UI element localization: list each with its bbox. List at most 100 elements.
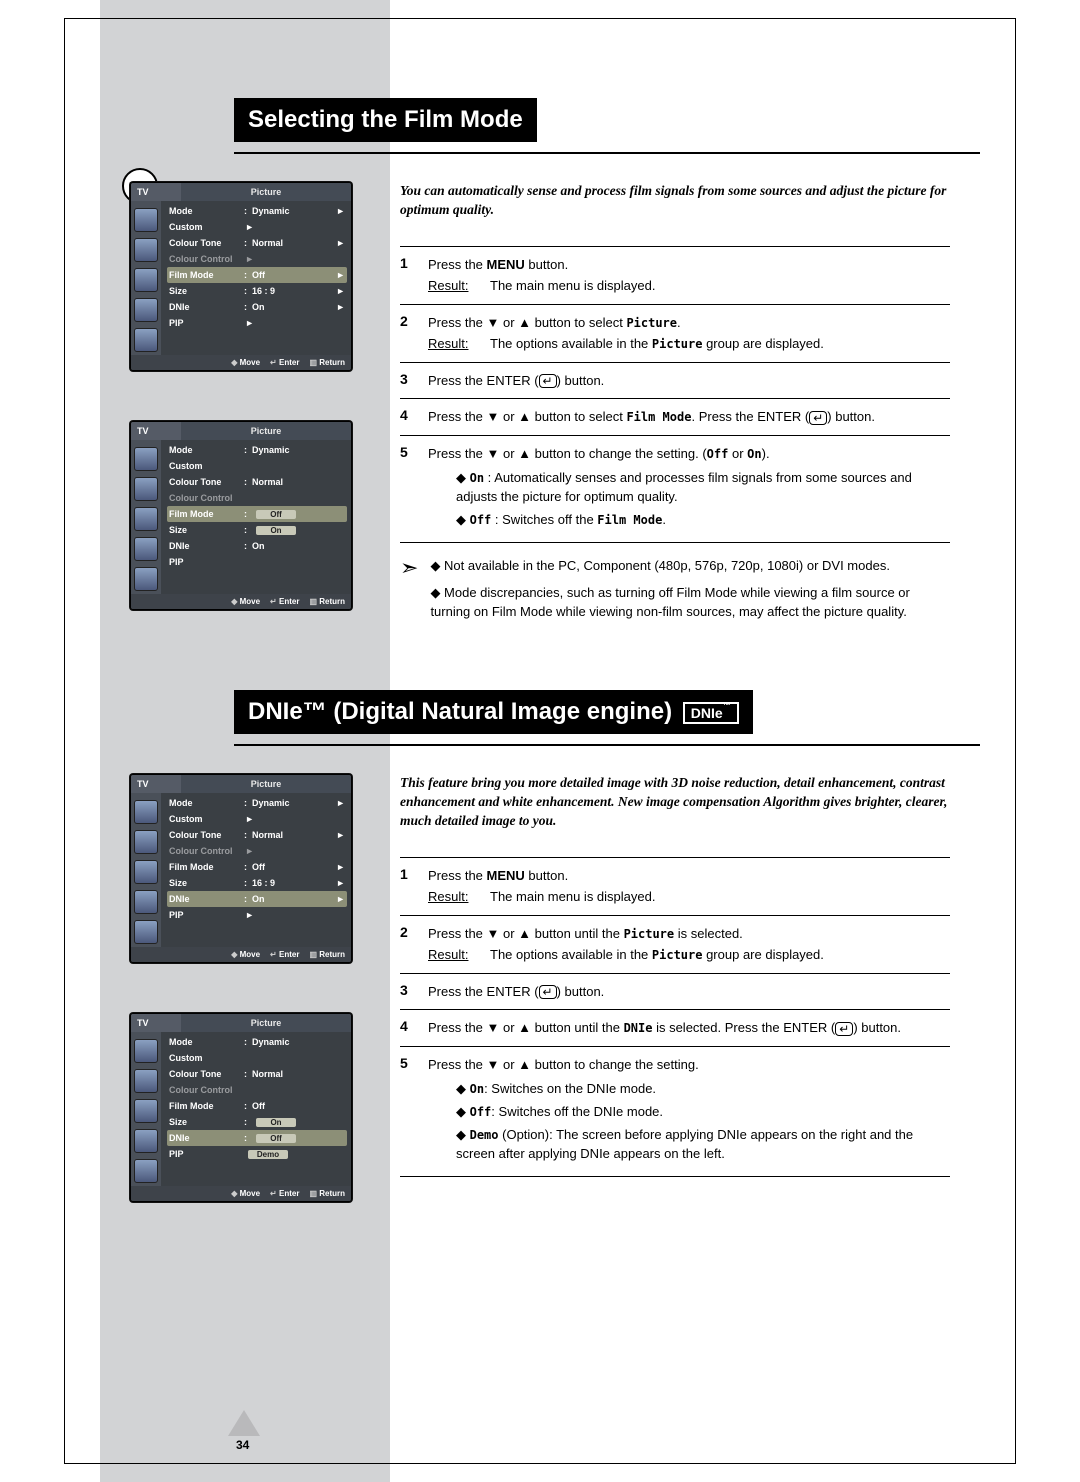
section2-intro: This feature bring you more detailed ima… — [400, 774, 950, 831]
osd-val-film: Off — [252, 270, 335, 280]
step-row: 2 Press the ▼ or ▲ button until the Pict… — [400, 924, 950, 965]
divider — [400, 973, 950, 974]
title-rule — [234, 744, 980, 746]
osd-label-size: Size — [169, 878, 244, 888]
osd-label-ctone: Colour Tone — [169, 1069, 244, 1079]
step-body: Press the ▼ or ▲ button to select Pictur… — [428, 313, 950, 354]
osd-label-film: Film Mode — [169, 270, 244, 280]
osd-title: Picture — [181, 183, 351, 201]
osd-icon — [134, 238, 158, 262]
step-num: 3 — [400, 982, 416, 1002]
osd-label-custom: Custom — [169, 1053, 244, 1063]
divider — [400, 1176, 950, 1177]
result-text: The options available in the Picture gro… — [490, 334, 824, 354]
osd-icon — [134, 890, 158, 914]
osd-label-dnie: DNIe — [169, 541, 244, 551]
section1-right: You can automatically sense and process … — [400, 182, 980, 660]
osd-tv-label: TV — [131, 422, 181, 440]
list-item: Not available in the PC, Component (480p… — [430, 557, 950, 576]
divider — [400, 435, 950, 436]
osd-label-custom: Custom — [169, 814, 244, 824]
section1-columns: TVPicture Mode:Dynamic► Custom► Colour T… — [130, 182, 980, 660]
osd-val-mode: Dynamic — [252, 445, 345, 455]
osd-label-ccontrol: Colour Control — [169, 846, 244, 856]
osd-label-mode: Mode — [169, 798, 244, 808]
osd-label-film: Film Mode — [169, 1101, 244, 1111]
enter-icon: ↵ — [539, 985, 557, 999]
osd-footer: ◆ Move↵ Enter▥ Return — [131, 355, 351, 370]
osd-label-custom: Custom — [169, 222, 244, 232]
step-num: 1 — [400, 866, 416, 907]
divider — [400, 915, 950, 916]
step-num: 4 — [400, 1018, 416, 1038]
osd-icon — [134, 920, 158, 944]
osd-title: Picture — [181, 422, 351, 440]
osd-icon-column — [131, 793, 161, 947]
title-rule — [234, 152, 980, 154]
osd-panel-3: TVPicture Mode:Dynamic► Custom► Colour T… — [130, 774, 352, 963]
osd-label-custom: Custom — [169, 461, 244, 471]
step-num: 3 — [400, 371, 416, 391]
osd-icon — [134, 477, 158, 501]
osd-icon — [134, 1099, 158, 1123]
result-text: The options available in the Picture gro… — [490, 945, 824, 965]
osd-icon — [134, 447, 158, 471]
osd-rows: Mode:Dynamic Custom Colour Tone:Normal C… — [161, 440, 351, 594]
dnie-logo: DNIe™ — [683, 702, 739, 724]
divider — [400, 304, 950, 305]
osd-icon — [134, 800, 158, 824]
osd-val-ctone: Normal — [252, 830, 335, 840]
osd-val-ctone: Normal — [252, 1069, 345, 1079]
note-block: ➣ Not available in the PC, Component (48… — [400, 557, 950, 630]
osd-icon — [134, 507, 158, 531]
osd-label-pip: PIP — [169, 557, 244, 567]
osd-icon — [134, 298, 158, 322]
step-row: 3 Press the ENTER (↵) button. — [400, 371, 950, 391]
list-item: Off: Switches off the DNIe mode. — [456, 1103, 950, 1122]
osd-footer: ◆ Move↵ Enter▥ Return — [131, 947, 351, 962]
step-body: Press the ENTER (↵) button. — [428, 982, 950, 1002]
osd-label-pip: PIP — [169, 1149, 244, 1159]
osd-tv-label: TV — [131, 775, 181, 793]
step-row: 4 Press the ▼ or ▲ button to select Film… — [400, 407, 950, 427]
osd-val-ctone: Normal — [252, 238, 335, 248]
section2-left: TVPicture Mode:Dynamic► Custom► Colour T… — [130, 774, 360, 1252]
section1-intro: You can automatically sense and process … — [400, 182, 950, 220]
osd-label-dnie: DNIe — [169, 894, 244, 904]
osd-label-film: Film Mode — [169, 862, 244, 872]
step-body: Press the ▼ or ▲ button to change the se… — [428, 1055, 950, 1168]
osd-label-dnie: DNIe — [169, 302, 244, 312]
bullet-list: On : Automatically senses and processes … — [456, 469, 950, 530]
step-body: Press the ▼ or ▲ button to select Film M… — [428, 407, 950, 427]
osd-rows: Mode:Dynamic Custom Colour Tone:Normal C… — [161, 1032, 351, 1186]
step-body: Press the ▼ or ▲ button until the DNIe i… — [428, 1018, 950, 1038]
divider — [400, 1046, 950, 1047]
osd-label-dnie: DNIe — [169, 1133, 244, 1143]
section2-right: This feature bring you more detailed ima… — [400, 774, 980, 1252]
step-row: 5 Press the ▼ or ▲ button to change the … — [400, 1055, 950, 1168]
step-num: 5 — [400, 444, 416, 534]
step-row: 1 Press the MENU button. Result:The main… — [400, 255, 950, 296]
osd-chip-off: Off — [256, 1134, 296, 1143]
note-arrow-icon: ➣ — [400, 557, 418, 579]
osd-tv-label: TV — [131, 1014, 181, 1032]
page-number: 34 — [236, 1438, 249, 1452]
osd-icon — [134, 208, 158, 232]
osd-val-film: Off — [252, 862, 335, 872]
section1-title: Selecting the Film Mode — [234, 98, 537, 142]
osd-title: Picture — [181, 775, 351, 793]
step-body: Press the MENU button. Result:The main m… — [428, 255, 950, 296]
osd-icon — [134, 1129, 158, 1153]
step-num: 4 — [400, 407, 416, 427]
osd-icon-column — [131, 440, 161, 594]
osd-label-size: Size — [169, 1117, 244, 1127]
osd-label-film: Film Mode — [169, 509, 244, 519]
list-item: Demo (Option): The screen before applyin… — [456, 1126, 950, 1164]
osd-label-ccontrol: Colour Control — [169, 1085, 244, 1095]
enter-icon: ↵ — [809, 411, 827, 425]
page-arrow-icon — [228, 1410, 260, 1436]
page: ENG Selecting the Film Mode TVPicture Mo… — [0, 0, 1080, 1482]
step-row: 1 Press the MENU button. Result:The main… — [400, 866, 950, 907]
osd-chip-demo: Demo — [248, 1150, 288, 1159]
osd-chip-on: On — [256, 526, 296, 535]
